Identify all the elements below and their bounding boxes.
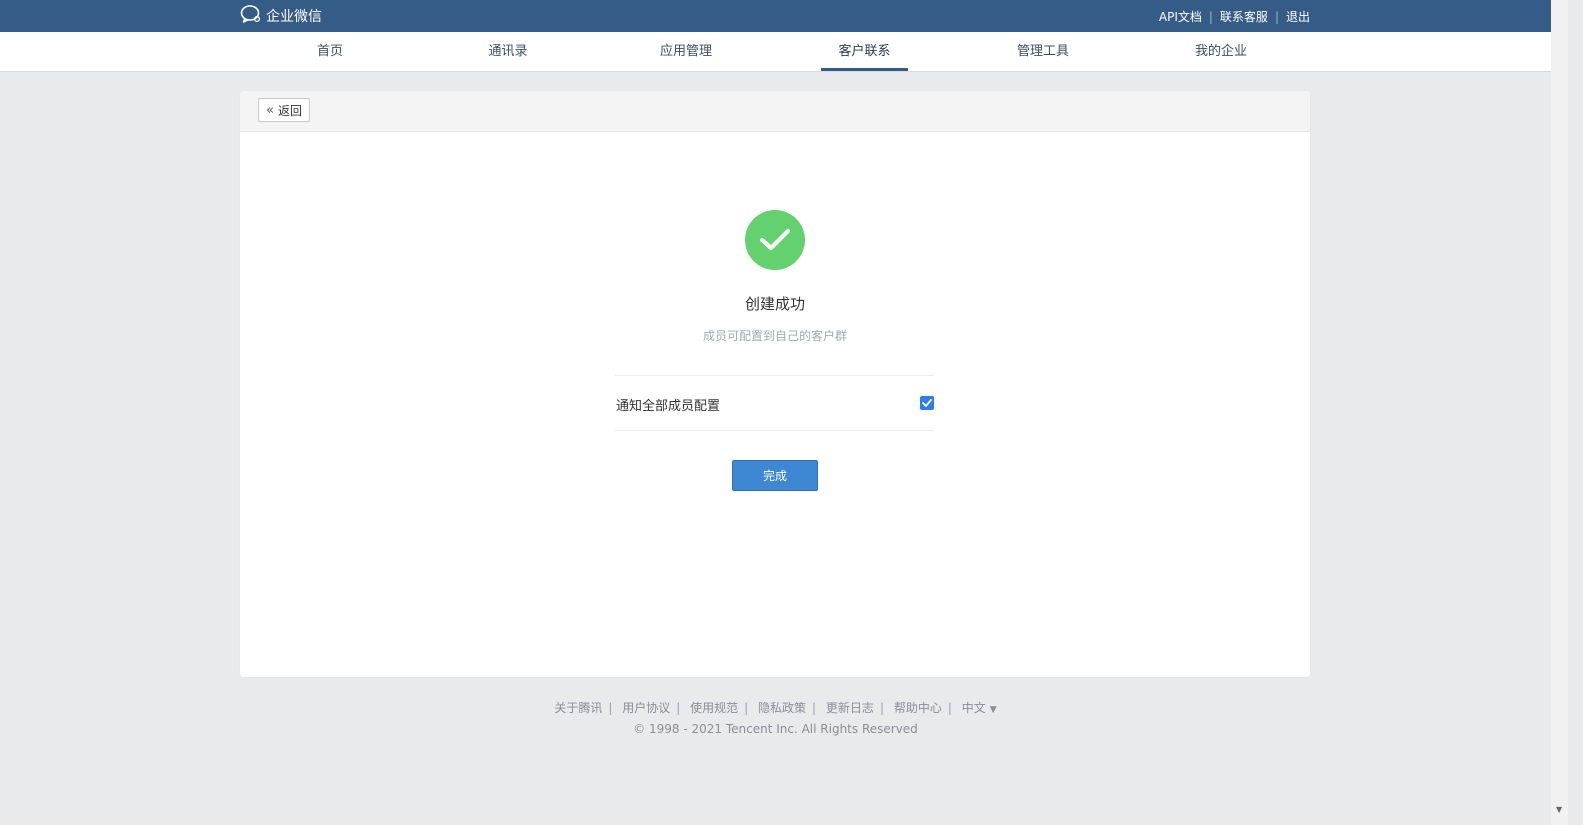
logout-link[interactable]: 退出 [1286,8,1310,25]
nav-customer-contact[interactable]: 客户联系 [821,32,908,71]
footer-link-user-agreement[interactable]: 用户协议 [622,701,670,715]
brand-name: 企业微信 [266,9,322,25]
separator: | [879,701,884,715]
notify-all-members-checkbox[interactable] [920,396,934,410]
brand-logo[interactable]: 企业微信 [240,5,322,27]
nav-home[interactable]: 首页 [300,32,360,71]
vertical-scrollbar[interactable] [1551,0,1568,825]
footer-link-about[interactable]: 关于腾讯 [554,701,602,715]
header-links: API文档 | 联系客服 | 退出 [1159,8,1310,25]
nav-my-company[interactable]: 我的企业 [1179,32,1263,71]
main-nav: 首页 通讯录 应用管理 客户联系 管理工具 我的企业 [0,32,1551,72]
nav-app-management[interactable]: 应用管理 [644,32,728,71]
nav-contacts[interactable]: 通讯录 [473,32,543,71]
copyright: © 1998 - 2021 Tencent Inc. All Rights Re… [633,722,918,736]
top-bar: 企业微信 API文档 | 联系客服 | 退出 [0,0,1551,32]
back-label: 返回 [277,103,302,118]
success-subtitle: 成员可配置到自己的客户群 [702,329,847,343]
footer-link-usage-rules[interactable]: 使用规范 [690,701,738,715]
separator: | [676,701,681,715]
success-check-icon [745,210,805,270]
separator: | [608,701,613,715]
success-title: 创建成功 [744,295,805,313]
separator: | [947,701,952,715]
done-button[interactable]: 完成 [732,460,818,491]
caret-down-icon: ▼ [989,705,997,715]
api-docs-link[interactable]: API文档 [1159,8,1202,25]
footer-links: 关于腾讯 | 用户协议 | 使用规范 | 隐私政策 | 更新日志 | 帮助中心 | 中文 ▼ [0,699,1551,716]
separator: | [744,701,749,715]
content-card: « 返回 创建成功 成员可配置到自己的客户群 通知全部成员配置 完成 [240,91,1310,677]
nav-admin-tools[interactable]: 管理工具 [1001,32,1085,71]
notify-option-row: 通知全部成员配置 [615,375,934,431]
scroll-down-arrow-icon[interactable]: ▼ [1556,805,1562,814]
language-label: 中文 [961,701,986,715]
card-header: « 返回 [240,91,1310,132]
separator: | [812,701,817,715]
footer-link-help-center[interactable]: 帮助中心 [894,701,942,715]
notify-all-members-label: 通知全部成员配置 [616,399,721,414]
footer-link-privacy[interactable]: 隐私政策 [758,701,806,715]
language-selector[interactable]: 中文 ▼ [962,701,997,715]
back-button[interactable]: « 返回 [258,98,310,122]
separator: | [1274,9,1279,24]
wecom-logo-icon [240,4,266,28]
double-chevron-left-icon: « [266,102,274,118]
contact-support-link[interactable]: 联系客服 [1220,8,1268,25]
footer-link-changelog[interactable]: 更新日志 [826,701,874,715]
separator: | [1208,9,1213,24]
